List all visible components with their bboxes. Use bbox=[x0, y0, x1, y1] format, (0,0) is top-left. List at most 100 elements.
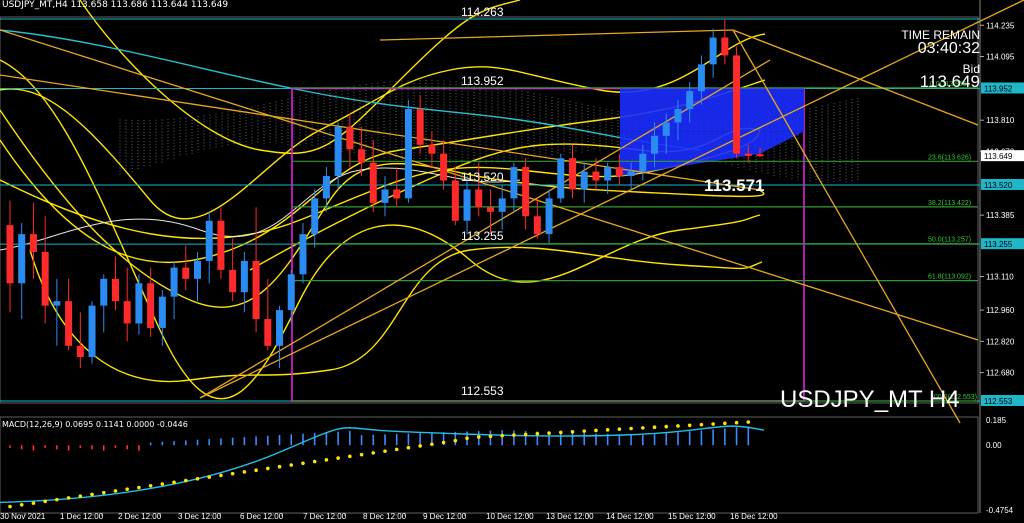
macd-signal-dot bbox=[359, 452, 364, 457]
candle-body bbox=[135, 283, 143, 324]
macd-signal-dot bbox=[148, 483, 153, 488]
candle-body bbox=[205, 220, 213, 261]
candle-body bbox=[674, 109, 682, 123]
candle-body bbox=[6, 225, 14, 284]
macd-signal-dot bbox=[113, 489, 118, 493]
candle-body bbox=[381, 189, 389, 203]
macd-signal-dot bbox=[101, 490, 106, 495]
time-axis-label: 3 Dec 12:00 bbox=[178, 512, 222, 521]
macd-signal-dot bbox=[277, 464, 282, 469]
macd-signal-dot bbox=[31, 501, 36, 505]
candle-body bbox=[252, 260, 260, 320]
price-axis-label: 112.820 bbox=[986, 337, 1015, 346]
price-axis-label: 114.235 bbox=[986, 21, 1015, 30]
candle-body bbox=[229, 269, 237, 293]
candle-body bbox=[744, 153, 752, 156]
window-title: USDJPY_MT,H4 113.658 113.686 113.644 113… bbox=[2, 0, 229, 10]
fib-label: 61.8(113.092) bbox=[928, 274, 971, 281]
candle-body bbox=[580, 171, 588, 190]
candle-body bbox=[522, 167, 530, 217]
time-axis-label: 15 Dec 12:00 bbox=[668, 512, 716, 521]
macd-signal-dot bbox=[430, 442, 434, 447]
candle-body bbox=[29, 234, 37, 252]
candle-body bbox=[170, 267, 178, 297]
macd-signal-dot bbox=[8, 504, 12, 509]
macd-signal-dot bbox=[336, 456, 340, 460]
macd-signal-dot bbox=[512, 433, 516, 437]
macd-signal-dot bbox=[172, 480, 176, 485]
time-axis-label: 14 Dec 12:00 bbox=[606, 512, 654, 521]
candle-body bbox=[182, 267, 190, 279]
candle-body bbox=[662, 122, 670, 136]
macd-header: MACD(12,26,9) 0.0695 0.1141 0.0000 -0.04… bbox=[2, 420, 188, 429]
candle-body bbox=[100, 278, 108, 306]
level-label-top: 114.263 bbox=[461, 5, 504, 19]
macd-signal-dot bbox=[78, 494, 83, 498]
time-axis-label: 13 Dec 12:00 bbox=[546, 512, 594, 521]
time-axis-label: 8 Dec 12:00 bbox=[363, 512, 407, 521]
macd-signal-dot bbox=[254, 468, 258, 472]
candle-body bbox=[569, 158, 576, 190]
price-axis-label: 113.520 bbox=[984, 181, 1013, 190]
macd-signal-dot bbox=[664, 424, 669, 429]
candle-body bbox=[18, 234, 26, 284]
time-axis-label: 1 Dec 12:00 bbox=[60, 512, 104, 521]
price-axis: 114.235114.095113.952113.810113.670113.6… bbox=[980, 21, 1024, 406]
candle-body bbox=[369, 162, 377, 203]
macd-signal-dot bbox=[125, 487, 129, 492]
candle-body bbox=[592, 171, 600, 181]
macd-signal-dot bbox=[90, 492, 94, 497]
macd-signal-dot bbox=[289, 463, 294, 467]
price-axis-label: 113.385 bbox=[986, 211, 1015, 220]
candle-body bbox=[721, 37, 729, 56]
macd-signal-dot bbox=[652, 425, 657, 430]
candle-body bbox=[111, 278, 119, 302]
price-axis-label: 113.110 bbox=[986, 273, 1014, 282]
macd-signal-dot bbox=[699, 422, 704, 427]
macd-signal-dot bbox=[55, 497, 59, 502]
candle-body bbox=[604, 167, 612, 181]
price-chart[interactable]: 0.0(113.955)23.6(113.626)38.2(113.422)50… bbox=[0, 0, 1024, 523]
macd-signal-dot bbox=[605, 428, 610, 432]
macd-signal-dot bbox=[734, 420, 739, 425]
level-label-bottom: 112.553 bbox=[461, 384, 504, 398]
time-axis-label: 2 Dec 12:00 bbox=[118, 512, 162, 521]
candle-body bbox=[217, 220, 225, 270]
candle-body bbox=[240, 260, 248, 293]
candle-body bbox=[627, 171, 635, 177]
macd-signal-dot bbox=[676, 424, 680, 428]
macd-signal-dot bbox=[535, 431, 540, 436]
candle-body bbox=[475, 189, 483, 208]
macd-signal-dot bbox=[418, 444, 422, 448]
macd-signal-dot bbox=[312, 459, 317, 464]
price-axis-label: 113.255 bbox=[984, 240, 1013, 249]
macd-axis-label: -0.4754 bbox=[986, 506, 1014, 515]
time-axis-label: 7 Dec 12:00 bbox=[303, 512, 347, 521]
macd-signal-dot bbox=[43, 499, 47, 504]
candle-body bbox=[53, 301, 61, 306]
macd-signal-dot bbox=[406, 445, 411, 450]
candle-body bbox=[65, 301, 73, 346]
candle-body bbox=[510, 167, 518, 199]
trendline bbox=[379, 29, 734, 41]
macd-signal-dot bbox=[219, 473, 223, 478]
candle-body bbox=[686, 91, 694, 110]
price-axis-label: 113.952 bbox=[984, 84, 1013, 93]
candle-body bbox=[533, 216, 541, 235]
macd-signal-dot bbox=[137, 485, 141, 490]
macd-signal-dot bbox=[629, 426, 633, 431]
macd-signal-dot bbox=[348, 454, 352, 459]
fib-label: 23.6(113.626) bbox=[928, 154, 971, 161]
macd-signal-dot bbox=[207, 475, 212, 479]
chart-window: { "window_title": "USDJPY_MT,H4 113.658 … bbox=[0, 0, 1024, 523]
macd-signal-dot bbox=[195, 477, 200, 481]
fib-label: 38.2(113.422) bbox=[928, 200, 971, 207]
price-axis-label: 113.649 bbox=[984, 152, 1013, 161]
macd-signal-dot bbox=[441, 440, 446, 445]
zone-rect-lower bbox=[620, 131, 804, 177]
candle-body bbox=[393, 189, 401, 199]
macd-signal-dot bbox=[383, 449, 387, 453]
candle-body bbox=[498, 198, 506, 212]
candle-body bbox=[158, 296, 166, 328]
macd-signal-dot bbox=[453, 438, 458, 443]
